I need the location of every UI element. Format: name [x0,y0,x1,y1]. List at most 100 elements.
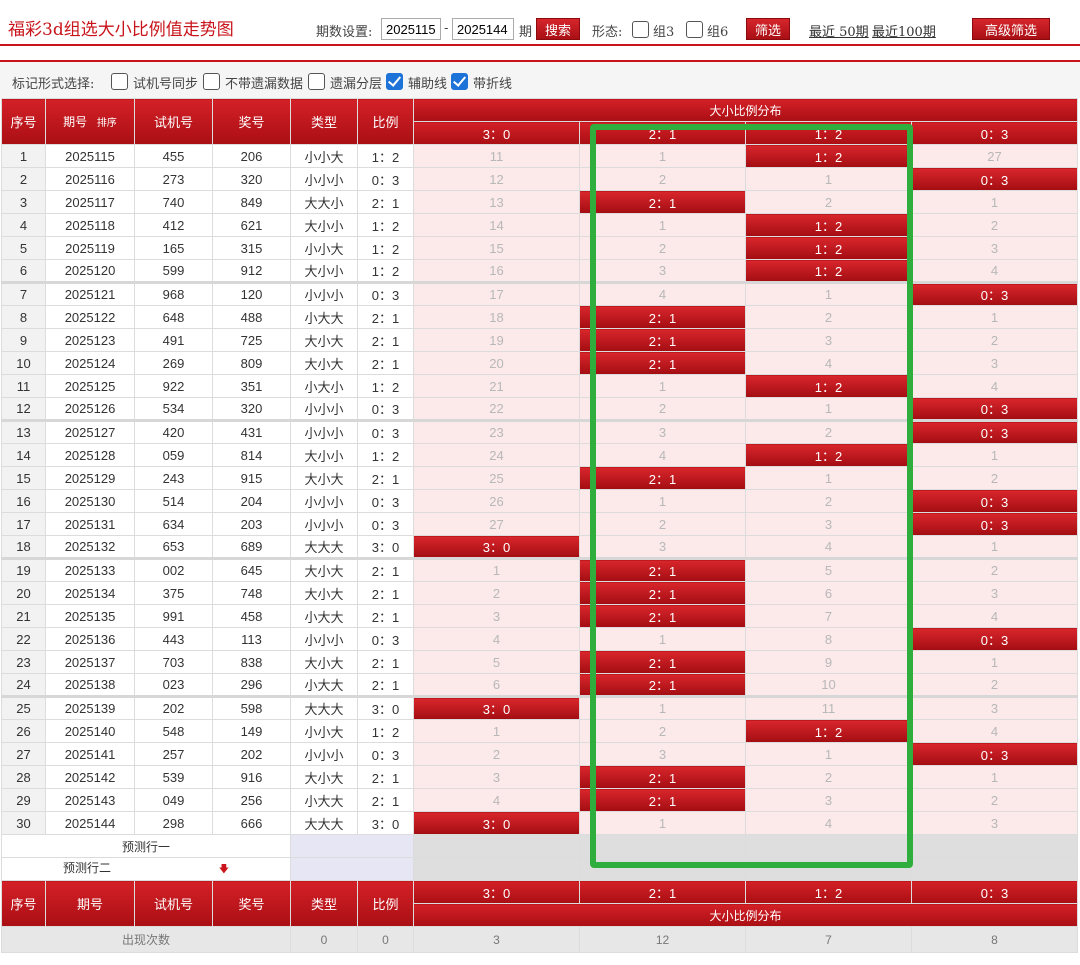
distribution-miss-cell: 1 [579,144,746,168]
distribution-miss-cell: 11 [745,695,912,720]
recent-100-link[interactable]: 最近100期 [872,21,936,40]
no-miss-data-checkbox[interactable] [203,73,220,90]
distribution-miss-cell: 1 [911,190,1078,214]
polyline-checkbox[interactable] [451,73,468,90]
draw-number: 204 [212,489,291,513]
group3-checkbox[interactable] [632,21,649,38]
test-number: 269 [134,351,213,375]
test-number: 243 [134,466,213,490]
distribution-miss-cell: 2 [413,742,580,766]
distribution-miss-cell: 2 [911,466,1078,490]
aux-line-checkbox[interactable] [386,73,403,90]
test-number: 491 [134,328,213,352]
prediction-row-1-cell[interactable] [911,834,1078,858]
row-index: 4 [1,213,46,237]
period-to-input[interactable] [452,18,514,40]
draw-number: 488 [212,305,291,329]
distribution-hit-cell: 3：0 [413,695,580,720]
table-row: 29 2025143 049 256 小大大 2：1 4 2：1 3 2 [1,788,1078,812]
issue-number: 2025132 [45,535,135,559]
issue-number: 2025120 [45,259,135,283]
prediction-row-1-cell[interactable] [745,834,912,858]
draw-number: 458 [212,604,291,628]
distribution-miss-cell: 2 [745,419,912,444]
footer-header-test: 试机号 [134,880,213,927]
col-header-ratio: 比例 [357,98,414,145]
prediction-row-1-label: 预测行一 [1,834,291,858]
distribution-miss-cell: 1 [911,443,1078,467]
arrow-down-icon[interactable]: 🡇 [219,862,229,879]
table-row: 12 2025126 534 320 小小小 0：3 22 2 1 0：3 [1,397,1078,421]
mark-options-bar: 标记形式选择: 试机号同步 不带遗漏数据 遗漏分层 辅助线 带折线 [0,60,1080,98]
table-row: 2 2025116 273 320 小小小 0：3 12 2 1 0：3 [1,167,1078,191]
col-header-issue[interactable]: 期号 排序 [45,98,135,145]
distribution-miss-cell: 10 [745,673,912,697]
issue-number: 2025142 [45,765,135,789]
issue-number: 2025119 [45,236,135,260]
prediction-row-2-input[interactable] [290,857,414,881]
search-button[interactable]: 搜索 [536,18,580,40]
size-type: 大大小 [290,190,358,214]
distribution-miss-cell: 18 [413,305,580,329]
period-from-input[interactable] [381,18,441,40]
table-row: 8 2025122 648 488 小大大 2：1 18 2：1 2 1 [1,305,1078,329]
prediction-row-2-cell[interactable] [579,857,746,881]
occurrence-count-dist-21: 12 [579,926,746,953]
distribution-miss-cell: 4 [911,374,1078,398]
issue-number: 2025136 [45,627,135,651]
recent-50-link[interactable]: 最近 50期 [809,21,869,40]
distribution-miss-cell: 2 [911,213,1078,237]
test-number: 634 [134,512,213,536]
row-index: 26 [1,719,46,743]
distribution-miss-cell: 2 [745,489,912,513]
draw-number: 320 [212,397,291,421]
distribution-miss-cell: 24 [413,443,580,467]
col-header-dist-12: 1：2 [745,121,912,145]
distribution-miss-cell: 1 [579,213,746,237]
size-ratio: 1：2 [357,443,414,467]
test-number: 455 [134,144,213,168]
trend-table: 序号 期号 排序 试机号 奖号 类型 比例 大小比例分布 3：0 2：1 1：2… [1,98,1078,953]
col-header-issue-label: 期号 [63,115,88,129]
sort-button[interactable]: 排序 [97,118,117,129]
trial-sync-checkbox[interactable] [111,73,128,90]
test-number: 703 [134,650,213,674]
draw-number: 598 [212,695,291,720]
size-type: 大小大 [290,557,358,582]
size-type: 小大小 [290,374,358,398]
row-index: 16 [1,489,46,513]
distribution-miss-cell: 3 [579,742,746,766]
issue-number: 2025124 [45,351,135,375]
miss-layer-checkbox[interactable] [308,73,325,90]
distribution-miss-cell: 2 [745,190,912,214]
prediction-row-2-cell[interactable] [911,857,1078,881]
footer-header-issue: 期号 [45,880,135,927]
distribution-miss-cell: 1 [911,305,1078,329]
prediction-row-2-cell[interactable] [413,857,580,881]
prediction-row-1-input[interactable] [290,834,414,858]
test-number: 740 [134,190,213,214]
distribution-miss-cell: 15 [413,236,580,260]
issue-number: 2025115 [45,144,135,168]
col-header-dist-03: 0：3 [911,121,1078,145]
prediction-row-2-cell[interactable] [745,857,912,881]
distribution-miss-cell: 2 [579,719,746,743]
draw-number: 120 [212,281,291,306]
draw-number: 809 [212,351,291,375]
filter-button[interactable]: 筛选 [746,18,790,40]
test-number: 375 [134,581,213,605]
period-label: 期数设置: [316,25,373,40]
group6-checkbox[interactable] [686,21,703,38]
prediction-row-1-cell[interactable] [413,834,580,858]
table-row: 19 2025133 002 645 大小大 2：1 1 2：1 5 2 [1,557,1078,582]
advanced-filter-button[interactable]: 高级筛选 [972,18,1050,40]
size-ratio: 2：1 [357,466,414,490]
distribution-miss-cell: 1 [745,167,912,191]
size-type: 小小小 [290,397,358,421]
distribution-miss-cell: 3 [579,419,746,444]
issue-number: 2025122 [45,305,135,329]
prediction-row-1-cell[interactable] [579,834,746,858]
distribution-hit-cell: 0：3 [911,512,1078,536]
test-number: 257 [134,742,213,766]
table-row: 18 2025132 653 689 大大大 3：0 3：0 3 4 1 [1,535,1078,559]
